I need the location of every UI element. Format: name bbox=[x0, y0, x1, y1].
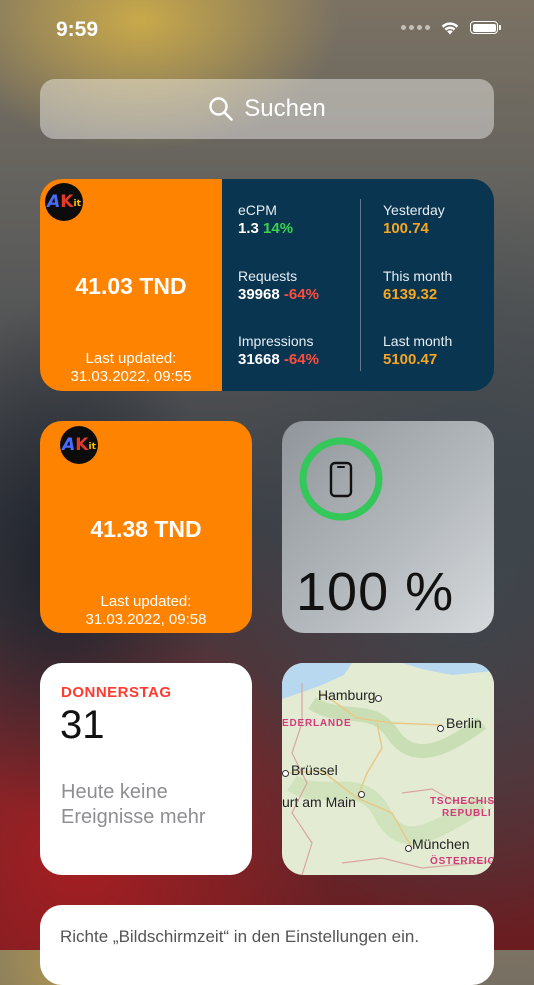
map-city-hamburg: Hamburg bbox=[318, 687, 376, 703]
calendar-note: Heute keine Ereignisse mehr bbox=[61, 781, 206, 828]
search-icon bbox=[209, 97, 234, 121]
admob-stats-widget-medium[interactable]: A Kit 41.03 TND Last updated: 31.03.2022,… bbox=[40, 179, 494, 391]
stat-ecpm: eCPM 1.3 14% bbox=[238, 202, 294, 237]
wifi-icon bbox=[441, 22, 459, 35]
last-updated: Last updated: 31.03.2022, 09:58 bbox=[85, 593, 207, 628]
map-pin-berlin bbox=[437, 725, 444, 732]
search-label: Suchen bbox=[244, 95, 326, 122]
status-time: 9:59 bbox=[56, 18, 99, 41]
stat-yesterday: Yesterday 100.74 bbox=[383, 202, 445, 237]
screen-time-widget[interactable]: Richte „Bildschirmzeit“ in den Einstellu… bbox=[40, 905, 494, 985]
signal-icon bbox=[401, 25, 430, 30]
last-updated: Last updated: 31.03.2022, 09:55 bbox=[70, 350, 192, 385]
map-city-berlin: Berlin bbox=[446, 715, 482, 731]
battery-widget[interactable]: 100 % bbox=[282, 421, 494, 633]
battery-ring-fill bbox=[299, 437, 383, 521]
stat-requests: Requests 39968 -64% bbox=[238, 268, 319, 303]
map-country-nederland: EDERLANDE bbox=[282, 718, 352, 729]
divider bbox=[360, 199, 361, 371]
earnings-amount: 41.38 TND bbox=[90, 516, 202, 542]
stat-this-month: This month 6139.32 bbox=[383, 268, 453, 303]
map-pin-hamburg bbox=[375, 695, 382, 702]
search-bar[interactable]: Suchen bbox=[40, 79, 494, 139]
battery-ring bbox=[299, 437, 383, 521]
iphone-icon bbox=[329, 461, 353, 498]
maps-widget[interactable]: Hamburg Berlin EDERLANDE Brüssel urt am … bbox=[282, 663, 494, 875]
calendar-day: 31 bbox=[60, 703, 105, 747]
earnings-panel: A Kit 41.03 TND Last updated: 31.03.2022,… bbox=[40, 179, 222, 391]
screen-time-prompt: Richte „Bildschirmzeit“ in den Einstellu… bbox=[60, 927, 420, 946]
stats-panel: eCPM 1.3 14% Requests 39968 -64% Impress… bbox=[222, 179, 494, 391]
earnings-amount: 41.03 TND bbox=[75, 273, 187, 299]
calendar-widget[interactable]: DONNERSTAG 31 Heute keine Ereignisse meh… bbox=[40, 663, 252, 875]
app-logo: A Kit bbox=[45, 183, 83, 221]
status-bar: 9:59 bbox=[0, 0, 534, 60]
map-pin-bruessel bbox=[282, 770, 289, 777]
battery-icon bbox=[470, 21, 501, 34]
stat-impressions: Impressions 31668 -64% bbox=[238, 333, 319, 368]
map-country-oesterreich: ÖSTERREIC bbox=[430, 856, 494, 867]
map-country-tschechien-1: TSCHECHIS bbox=[430, 796, 494, 807]
map-city-frankfurt: urt am Main bbox=[282, 794, 356, 810]
map-country-tschechien-2: REPUBLI bbox=[442, 808, 492, 819]
app-logo: A Kit bbox=[60, 426, 98, 464]
map-pin-frankfurt bbox=[358, 791, 365, 798]
stat-last-month: Last month 5100.47 bbox=[383, 333, 453, 368]
calendar-weekday: DONNERSTAG bbox=[61, 684, 172, 701]
map-pin-muenchen bbox=[405, 845, 412, 852]
status-icons bbox=[401, 20, 501, 35]
map-city-bruessel: Brüssel bbox=[291, 762, 338, 778]
map-city-muenchen: München bbox=[412, 836, 470, 852]
admob-earnings-widget-small[interactable]: A Kit 41.38 TND Last updated: 31.03.2022,… bbox=[40, 421, 252, 633]
battery-percent: 100 % bbox=[296, 562, 455, 622]
